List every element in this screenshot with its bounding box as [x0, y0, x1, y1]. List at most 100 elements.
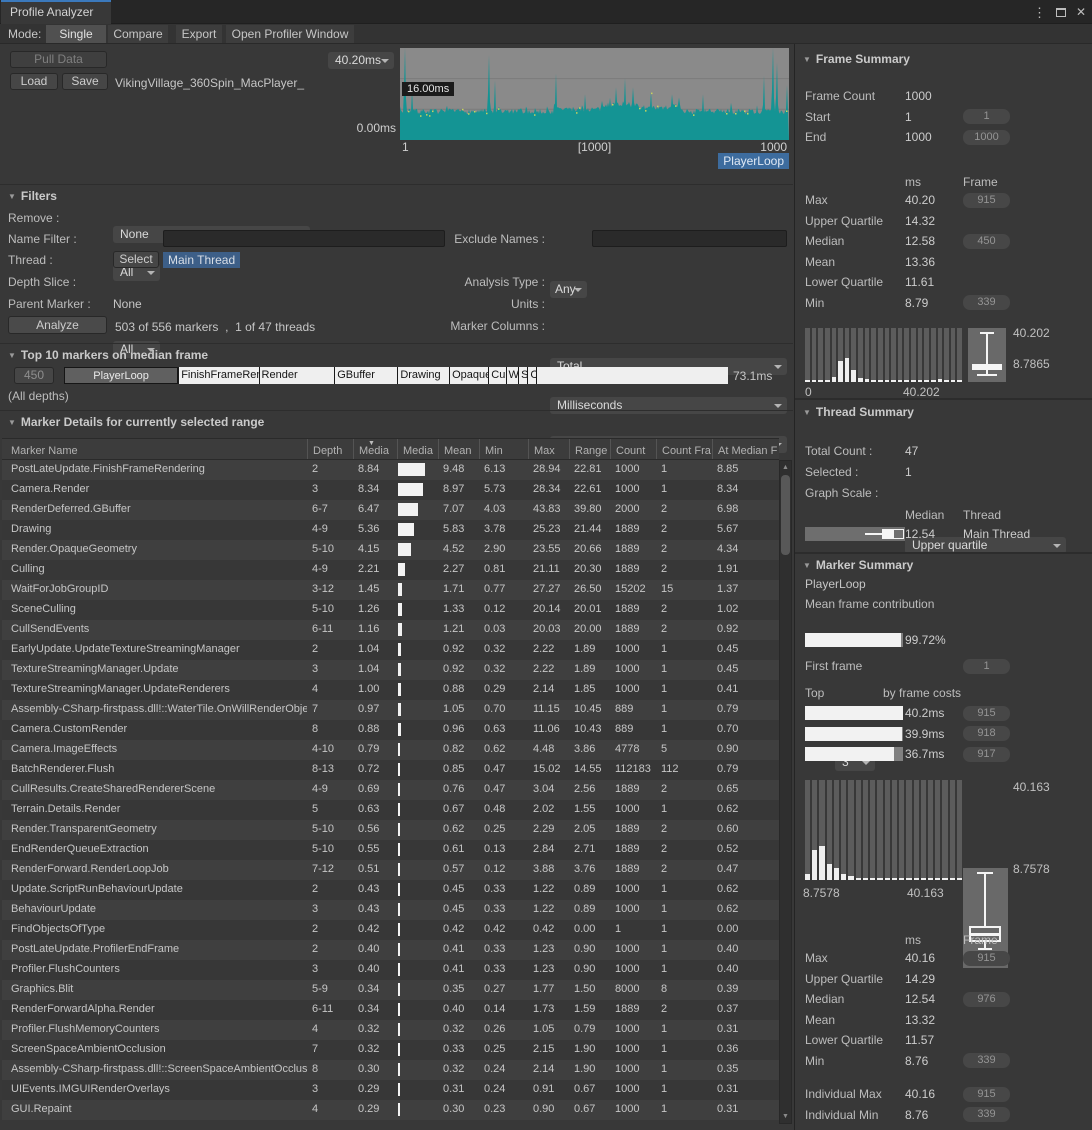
table-row[interactable]: Camera.ImageEffects4-100.790.820.624.483… [2, 740, 779, 760]
thread-summary-header[interactable]: Thread Summary [803, 405, 914, 419]
column-header[interactable]: Marker Name [2, 439, 307, 459]
frame-summary-header[interactable]: Frame Summary [803, 52, 910, 66]
table-row[interactable]: EndRenderQueueExtraction5-100.550.610.13… [2, 840, 779, 860]
top10-segment[interactable]: FinishFrameRendering [178, 367, 258, 384]
column-header[interactable]: Count Fra [656, 439, 712, 459]
median-frame-button[interactable]: 450 [14, 367, 54, 384]
load-button[interactable]: Load [10, 73, 58, 90]
table-row[interactable]: Assembly-CSharp-firstpass.dll!::WaterTil… [2, 700, 779, 720]
top10-segment[interactable]: Culling [488, 367, 505, 384]
frame-jump-button[interactable]: 915 [963, 951, 1010, 966]
maximize-icon[interactable] [1056, 8, 1066, 17]
analyze-button[interactable]: Analyze [8, 316, 107, 334]
table-row[interactable]: Update.ScriptRunBehaviourUpdate20.430.45… [2, 880, 779, 900]
table-row[interactable]: Profiler.FlushCounters30.400.410.331.230… [2, 960, 779, 980]
scrollbar-thumb[interactable] [781, 475, 790, 555]
tab-profile-analyzer[interactable]: Profile Analyzer [1, 0, 111, 24]
thread-select-button[interactable]: Select [113, 251, 159, 268]
mode-button-compare[interactable]: Compare [108, 25, 168, 43]
scroll-up-icon[interactable]: ▲ [780, 464, 791, 471]
filters-section-header[interactable]: Filters [8, 189, 57, 203]
table-row[interactable]: BatchRenderer.Flush8-130.720.850.4715.02… [2, 760, 779, 780]
frame-jump-button[interactable]: 915 [963, 193, 1010, 208]
save-button[interactable]: Save [62, 73, 108, 90]
table-row[interactable]: Camera.CustomRender80.880.960.6311.0610.… [2, 720, 779, 740]
table-row[interactable]: BehaviourUpdate30.430.450.331.220.891000… [2, 900, 779, 920]
table-row[interactable]: PostLateUpdate.ProfilerEndFrame20.400.41… [2, 940, 779, 960]
table-row[interactable]: Render.OpaqueGeometry5-104.154.522.9023.… [2, 540, 779, 560]
marker-summary-header[interactable]: Marker Summary [803, 558, 913, 572]
frame-jump-button[interactable]: 339 [963, 1053, 1010, 1068]
column-header[interactable]: Count [610, 439, 656, 459]
column-header[interactable]: Media▼ [353, 439, 397, 459]
table-row[interactable]: RenderDeferred.GBuffer6-76.477.074.0343.… [2, 500, 779, 520]
table-row[interactable]: TextureStreamingManager.UpdateRenderers4… [2, 680, 779, 700]
top10-segment[interactable]: WaitForJobGroupID [506, 367, 519, 384]
export-button[interactable]: Export [176, 25, 222, 43]
table-row[interactable]: FindObjectsOfType20.420.420.420.420.0011… [2, 920, 779, 940]
table-row[interactable]: Graphics.Blit5-90.340.350.271.771.508000… [2, 980, 779, 1000]
frame-jump-button[interactable]: 915 [963, 1087, 1010, 1102]
column-header[interactable]: Max [528, 439, 569, 459]
top10-segment[interactable]: OpaqueGeometry [449, 367, 488, 384]
thread-selection-chip[interactable]: Main Thread [163, 252, 240, 268]
frame-jump-button[interactable]: 450 [963, 234, 1010, 249]
first-frame-button[interactable]: 1 [963, 659, 1010, 674]
frame-jump-button[interactable]: 1 [963, 109, 1010, 124]
column-header[interactable]: Range [569, 439, 610, 459]
table-row[interactable]: EarlyUpdate.UpdateTextureStreamingManage… [2, 640, 779, 660]
frame-jump-button[interactable]: 1000 [963, 130, 1010, 145]
table-row[interactable]: Drawing4-95.365.833.7825.2321.44188925.6… [2, 520, 779, 540]
table-row[interactable]: ScreenSpaceAmbientOcclusion70.320.330.25… [2, 1040, 779, 1060]
frame-jump-button[interactable]: 339 [963, 295, 1010, 310]
frame-jump-button[interactable]: 915 [963, 706, 1010, 721]
marker-details-section-header[interactable]: Marker Details for currently selected ra… [8, 415, 264, 429]
frame-time-chart[interactable]: 16.00ms [400, 48, 789, 140]
table-row[interactable]: TextureStreamingManager.Update31.040.920… [2, 660, 779, 680]
frame-jump-button[interactable]: 339 [963, 1107, 1010, 1122]
top10-section-header[interactable]: Top 10 markers on median frame [8, 348, 208, 362]
pull-data-button[interactable]: Pull Data [10, 51, 107, 68]
table-row[interactable]: UIEvents.IMGUIRenderOverlays30.290.310.2… [2, 1080, 779, 1100]
table-row[interactable]: Render.TransparentGeometry5-100.560.620.… [2, 820, 779, 840]
table-row[interactable]: GUI.Repaint40.290.300.230.900.67100010.3… [2, 1100, 779, 1120]
close-icon[interactable]: ✕ [1076, 5, 1086, 19]
column-header[interactable]: Mean [438, 439, 479, 459]
column-header[interactable]: At Median F [712, 439, 779, 459]
top10-segment[interactable]: PlayerLoop [64, 367, 178, 384]
table-row[interactable]: PostLateUpdate.FinishFrameRendering28.84… [2, 460, 779, 480]
table-row[interactable]: Culling4-92.212.270.8121.1120.30188921.9… [2, 560, 779, 580]
top10-marker-bar[interactable]: PlayerLoopFinishFrameRenderingRenderGBuf… [64, 367, 728, 384]
column-header[interactable]: Media [397, 439, 438, 459]
table-row[interactable]: WaitForJobGroupID3-121.451.710.7727.2726… [2, 580, 779, 600]
table-row[interactable]: SceneCulling5-101.261.330.1220.1420.0118… [2, 600, 779, 620]
kebab-menu-icon[interactable]: ⋮ [1033, 6, 1046, 19]
table-row[interactable]: Terrain.Details.Render50.630.670.482.021… [2, 800, 779, 820]
selected-marker-chip[interactable]: PlayerLoop [718, 153, 789, 169]
range-scale-dropdown[interactable]: 40.20ms [328, 52, 394, 69]
top10-segment[interactable]: GBuffer [334, 367, 397, 384]
top10-segment[interactable]: SceneCulling [518, 367, 527, 384]
top10-remainder-segment[interactable] [536, 367, 728, 384]
top10-segment[interactable]: Drawing [397, 367, 449, 384]
mode-button-single[interactable]: Single [46, 25, 106, 43]
exclude-names-input[interactable] [592, 230, 787, 247]
frame-jump-button[interactable]: 918 [963, 726, 1010, 741]
top10-segment[interactable]: CullSendEvents [527, 367, 536, 384]
top10-segment[interactable]: Render [259, 367, 335, 384]
exclude-mode-dropdown[interactable]: Any [550, 281, 587, 298]
units-dropdown[interactable]: Milliseconds [550, 397, 787, 414]
thread-row[interactable]: 12.54 Main Thread [795, 524, 1092, 545]
table-row[interactable]: CullSendEvents6-111.161.210.0320.0320.00… [2, 620, 779, 640]
open-profiler-window-button[interactable]: Open Profiler Window [226, 25, 354, 43]
table-scrollbar[interactable]: ▲ ▼ [779, 460, 792, 1124]
frame-jump-button[interactable]: 917 [963, 747, 1010, 762]
table-row[interactable]: RenderForward.RenderLoopJob7-120.510.570… [2, 860, 779, 880]
table-row[interactable]: RenderForwardAlpha.Render6-110.340.400.1… [2, 1000, 779, 1020]
table-row[interactable]: Camera.Render38.348.975.7328.3422.611000… [2, 480, 779, 500]
column-header[interactable]: Depth [307, 439, 353, 459]
table-row[interactable]: Profiler.FlushMemoryCounters40.320.320.2… [2, 1020, 779, 1040]
column-header[interactable]: Min [479, 439, 528, 459]
table-row[interactable]: Assembly-CSharp-firstpass.dll!::ScreenSp… [2, 1060, 779, 1080]
frame-jump-button[interactable]: 976 [963, 992, 1010, 1007]
